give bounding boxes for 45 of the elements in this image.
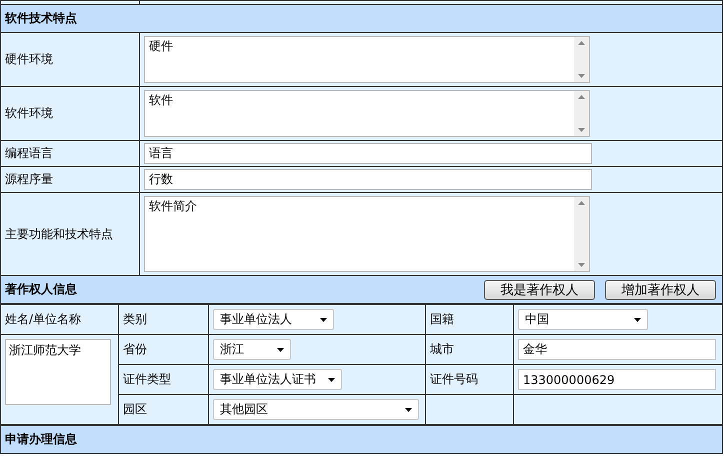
caret-icon — [328, 378, 335, 382]
action-button[interactable]: 增加著作权人 — [605, 280, 716, 300]
section-title: 软件技术特点 — [5, 11, 77, 25]
field-label: 姓名/单位名称 — [5, 312, 82, 326]
section-title: 申请办理信息 — [5, 432, 77, 446]
text-input[interactable]: 金华 — [518, 339, 716, 360]
scroll-up-icon[interactable] — [578, 95, 585, 99]
field-label: 国籍 — [430, 312, 454, 326]
scroll-up-icon[interactable] — [578, 201, 585, 205]
caret-icon — [277, 348, 284, 352]
field-label: 省份 — [123, 342, 147, 356]
section-title: 著作权人信息 — [5, 281, 77, 298]
scrollbar[interactable] — [574, 91, 589, 136]
scrollbar[interactable] — [574, 37, 589, 82]
field-label: 城市 — [430, 342, 454, 356]
scroll-up-icon[interactable] — [578, 41, 585, 45]
scroll-down-icon[interactable] — [578, 74, 585, 78]
field-label: 主要功能和技术特点 — [5, 226, 113, 240]
caret-icon — [320, 318, 327, 322]
field-label: 硬件环境 — [5, 52, 53, 66]
scrollbar[interactable] — [574, 197, 589, 271]
text-area[interactable]: 硬件 — [144, 36, 590, 83]
dropdown[interactable]: 浙江 — [213, 339, 291, 360]
scroll-down-icon[interactable] — [578, 263, 585, 267]
field-label: 园区 — [123, 402, 147, 416]
name-text-area[interactable]: 浙江师范大学 — [5, 339, 111, 405]
text-input[interactable]: 行数 — [144, 169, 592, 190]
field-label: 类别 — [123, 312, 147, 326]
dropdown[interactable]: 事业单位法人 — [213, 309, 334, 330]
dropdown[interactable]: 中国 — [518, 309, 648, 330]
text-input[interactable]: 语言 — [144, 143, 592, 164]
action-button[interactable]: 我是著作权人 — [484, 280, 595, 300]
field-label: 编程语言 — [5, 146, 53, 160]
field-label: 软件环境 — [5, 106, 53, 120]
text-area[interactable]: 软件 — [144, 90, 590, 137]
scroll-down-icon[interactable] — [578, 128, 585, 132]
field-label: 证件号码 — [430, 372, 478, 386]
field-label: 源程序量 — [5, 172, 53, 186]
caret-icon — [634, 318, 641, 322]
text-area[interactable]: 软件简介 — [144, 196, 590, 272]
field-label: 证件类型 — [123, 372, 171, 386]
caret-icon — [405, 408, 412, 412]
text-input[interactable]: 133000000629 — [518, 369, 716, 390]
dropdown[interactable]: 其他园区 — [213, 399, 419, 420]
dropdown[interactable]: 事业单位法人证书 — [213, 369, 342, 390]
